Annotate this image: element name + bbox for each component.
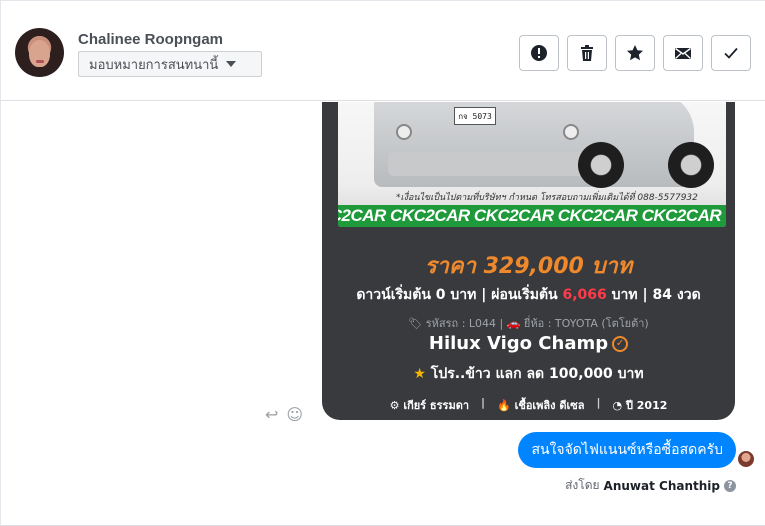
sent-by: ส่งโดย Anuwat Chanthip ? xyxy=(565,476,736,495)
emoji-icon[interactable]: ☺ xyxy=(286,405,303,424)
message-quick-actions: ↩ ☺ xyxy=(265,405,303,424)
down-payment-line: ดาวน์เริ่มต้น 0 บาท | ผ่อนเริ่มต้น 6,066… xyxy=(322,284,735,306)
brand-ribbon: KC2CAR CKC2CAR CKC2CAR CKC2CAR CKC2CAR C… xyxy=(338,205,726,227)
spam-icon xyxy=(531,45,547,61)
envelope-icon xyxy=(675,47,691,59)
down-prefix: ดาวน์เริ่มต้น 0 บาท | ผ่อนเริ่มต้น xyxy=(356,287,563,303)
promotion-text: โปร..ข้าว แลก ลด 100,000 บาท xyxy=(430,366,644,382)
disclaimer-text: *เงื่อนไขเป็นไปตามที่บริษัทฯ กำหนด โทรสอ… xyxy=(396,193,698,203)
contact-name[interactable]: Chalinee Roopngam xyxy=(78,31,223,48)
mark-spam-button[interactable] xyxy=(519,35,559,71)
ribbon-text: KC2CAR CKC2CAR CKC2CAR CKC2CAR CKC2CAR C… xyxy=(338,206,726,225)
check-icon xyxy=(724,47,738,59)
car-model-name: Hilux Vigo Champ xyxy=(428,333,609,354)
gear-spec: ⚙ เกียร์ ธรรมดา xyxy=(389,399,470,412)
sender-name[interactable]: Anuwat Chanthip xyxy=(604,479,720,493)
avatar-lips xyxy=(36,60,44,63)
trash-icon xyxy=(581,45,593,61)
assign-label: มอบหมายการสนทนานี้ xyxy=(89,57,219,73)
star-icon: ★ xyxy=(413,366,426,382)
star-icon xyxy=(627,45,643,61)
mark-unread-button[interactable] xyxy=(663,35,703,71)
car-listing-card[interactable]: กจ 5073 *เงื่อนไขเป็นไปตามที่บริษัทฯ กำห… xyxy=(322,102,735,420)
conversation-header: Chalinee Roopngam มอบหมายการสนทนานี้ xyxy=(1,1,765,101)
help-icon[interactable]: ? xyxy=(724,479,736,492)
car-specs: ⚙ เกียร์ ธรรมดา | 🔥 เชื้อเพลิง ดีเซล | ◔… xyxy=(322,396,735,414)
avatar[interactable] xyxy=(15,28,64,77)
installment-amount: 6,066 xyxy=(562,287,607,303)
car-model: Hilux Vigo Champ ✓ xyxy=(322,333,735,354)
assign-conversation-dropdown[interactable]: มอบหมายการสนทนานี้ xyxy=(78,51,262,77)
car-bumper xyxy=(388,152,588,176)
star-button[interactable] xyxy=(615,35,655,71)
down-suffix: บาท | 84 งวด xyxy=(606,287,701,303)
divider: | xyxy=(481,396,486,409)
delete-button[interactable] xyxy=(567,35,607,71)
wheel xyxy=(578,142,624,188)
car-meta: 🏷 รหัสรถ : L044 | 🚗 ยี่ห้อ : TOYOTA (โตโ… xyxy=(408,317,649,330)
message-thread: กจ 5073 *เงื่อนไขเป็นไปตามที่บริษัทฯ กำห… xyxy=(1,102,765,526)
seen-avatar xyxy=(738,451,754,467)
fog-light xyxy=(563,124,579,140)
mark-done-button[interactable] xyxy=(711,35,751,71)
price: ราคา 329,000 บาท xyxy=(424,254,633,279)
conversation-actions xyxy=(519,35,751,71)
promotion: ★ โปร..ข้าว แลก ลด 100,000 บาท xyxy=(322,363,735,385)
fuel-spec: 🔥 เชื้อเพลิง ดีเซล xyxy=(497,399,585,412)
sent-by-label: ส่งโดย xyxy=(565,478,600,492)
fog-light xyxy=(396,124,412,140)
wheel xyxy=(668,142,714,188)
inbox-conversation: Chalinee Roopngam มอบหมายการสนทนานี้ กจ … xyxy=(0,0,765,526)
car-photo: กจ 5073 *เงื่อนไขเป็นไปตามที่บริษัทฯ กำห… xyxy=(338,102,726,227)
license-plate: กจ 5073 xyxy=(454,107,496,125)
chevron-down-icon xyxy=(226,61,237,67)
year-spec: ◔ ปี 2012 xyxy=(612,399,668,412)
divider: | xyxy=(596,396,601,409)
verified-icon: ✓ xyxy=(612,336,629,352)
outgoing-message[interactable]: สนใจจัดไฟแนนซ์หรือซื้อสดครับ xyxy=(518,432,736,468)
reply-icon[interactable]: ↩ xyxy=(265,405,278,424)
